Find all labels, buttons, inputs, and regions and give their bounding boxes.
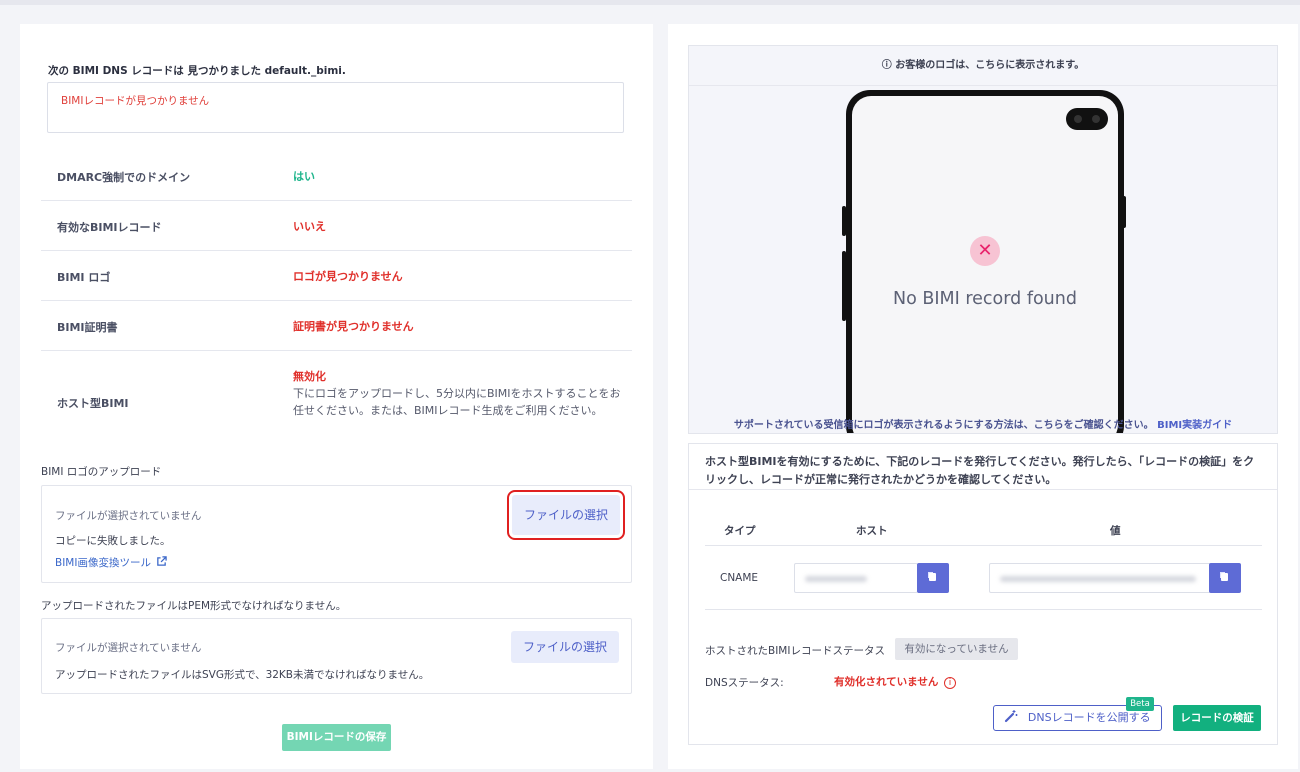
- row-key: BIMI ロゴ: [57, 271, 111, 284]
- row-key: DMARC強制でのドメイン: [57, 171, 191, 184]
- save-bimi-record-button[interactable]: BIMIレコードの保存: [282, 724, 391, 751]
- record-value-field[interactable]: [989, 563, 1211, 593]
- logo-upload-label: BIMI ロゴのアップロード: [41, 466, 162, 478]
- bimi-info-table: DMARC強制でのドメイン はい 有効なBIMIレコード いいえ BIMI ロゴ…: [41, 151, 632, 447]
- support-text: サポートされている受信箱にロゴが表示されるようにする方法は、こちらをご確認くださ…: [688, 416, 1278, 431]
- bimi-guide-link[interactable]: BIMI実装ガイド: [1157, 420, 1232, 431]
- choose-logo-file-button[interactable]: ファイルの選択: [507, 490, 625, 540]
- row-key: BIMI証明書: [57, 321, 118, 334]
- table-row: DMARC強制でのドメイン はい: [41, 151, 632, 201]
- magic-wand-icon: [1005, 710, 1018, 723]
- copy-value-button[interactable]: [1209, 563, 1241, 593]
- row-value: はい: [293, 170, 315, 183]
- host-value-field[interactable]: [794, 563, 918, 593]
- row-value: ロゴが見つかりません: [293, 270, 403, 283]
- copy-failed-text: コピーに失敗しました。: [55, 535, 171, 547]
- hosted-bimi-value: 無効化 下にロゴをアップロードし、5分以内にBIMIをホストすることをお任せくだ…: [293, 368, 623, 419]
- status-badge: 有効になっていません: [895, 638, 1018, 660]
- hosted-description: 下にロゴをアップロードし、5分以内にBIMIをホストすることをお任せください。ま…: [293, 387, 621, 417]
- column-header-value: 値: [1110, 525, 1121, 537]
- divider: [705, 609, 1262, 610]
- table-row: 有効なBIMIレコード いいえ: [41, 201, 632, 251]
- beta-badge: Beta: [1126, 697, 1154, 711]
- table-row: ホスト型BIMI 無効化 下にロゴをアップロードし、5分以内にBIMIをホストす…: [41, 351, 632, 447]
- logo-upload-box: ファイルが選択されていません ファイルの選択 コピーに失敗しました。 BIMI画…: [41, 485, 632, 583]
- no-file-text: ファイルが選択されていません: [55, 510, 202, 522]
- table-row: BIMI証明書 証明書が見つかりません: [41, 301, 632, 351]
- hosted-status: 無効化: [293, 370, 326, 383]
- found-label: 次の BIMI DNS レコードは 見つかりました default._bimi.: [48, 65, 346, 77]
- column-header-host: ホスト: [856, 525, 888, 537]
- support-label: サポートされている受信箱にロゴが表示されるようにする方法は、こちらをご確認くださ…: [733, 420, 1154, 431]
- no-bimi-message: No BIMI record found: [893, 289, 1077, 309]
- dns-status-label: DNSステータス:: [705, 677, 784, 689]
- link-label: BIMI画像変換ツール: [55, 557, 151, 569]
- external-link-icon: [157, 556, 168, 566]
- choose-cert-file-button[interactable]: ファイルの選択: [511, 631, 619, 663]
- top-bar: [0, 0, 1300, 5]
- info-icon[interactable]: i: [944, 677, 957, 689]
- hosted-record-box: ホスト型BIMIを有効にするために、下記のレコードを発行してください。発行したら…: [688, 443, 1278, 745]
- dns-status-value: 有効化されていません i: [834, 674, 957, 689]
- publish-label: DNSレコードを公開する: [1027, 711, 1151, 724]
- row-key: ホスト型BIMI: [57, 397, 129, 410]
- cert-upload-box: ファイルが選択されていません ファイルの選択 アップロードされたファイルはSVG…: [41, 618, 632, 694]
- row-value: いいえ: [293, 220, 326, 233]
- bimi-settings-panel: 次の BIMI DNS レコードは 見つかりました default._bimi.…: [20, 24, 653, 769]
- camera-icon: [1066, 108, 1108, 130]
- hosted-status-label: ホストされたBIMIレコードステータス: [705, 645, 885, 657]
- hosted-intro-text: ホスト型BIMIを有効にするために、下記のレコードを発行してください。発行したら…: [705, 455, 1255, 486]
- cert-upload-label: アップロードされたファイルはPEM形式でなければなりません。: [41, 600, 347, 612]
- svg-requirement-text: アップロードされたファイルはSVG形式で、32KB未満でなければなりません。: [55, 669, 430, 681]
- dns-status-text: 有効化されていません: [834, 676, 939, 688]
- phone-screen: ✕ No BIMI record found: [852, 96, 1118, 433]
- row-value: 証明書が見つかりません: [293, 320, 414, 333]
- column-header-type: タイプ: [724, 525, 756, 537]
- copy-host-button[interactable]: [917, 563, 949, 593]
- phone-mockup: ✕ No BIMI record found: [846, 90, 1124, 433]
- inbox-preview: ⓘ お客様のロゴは、こちらに表示されます。 ✕ No BIMI record f…: [688, 45, 1278, 434]
- copy-icon: [1221, 573, 1228, 581]
- row-key: 有効なBIMIレコード: [57, 221, 162, 234]
- error-x-icon: ✕: [970, 236, 1000, 266]
- verify-record-button[interactable]: レコードの検証: [1173, 705, 1261, 731]
- no-file-text: ファイルが選択されていません: [55, 642, 202, 654]
- record-type: CNAME: [720, 572, 759, 584]
- bimi-image-converter-link[interactable]: BIMI画像変換ツール: [55, 555, 168, 570]
- copy-icon: [929, 573, 936, 581]
- table-row: BIMI ロゴ ロゴが見つかりません: [41, 251, 632, 301]
- divider: [689, 489, 1277, 490]
- divider: [705, 545, 1262, 546]
- bimi-record-box: BIMIレコードが見つかりません: [47, 82, 624, 133]
- logo-preview-panel: ⓘ お客様のロゴは、こちらに表示されます。 ✕ No BIMI record f…: [668, 24, 1298, 769]
- preview-header: ⓘ お客様のロゴは、こちらに表示されます。: [689, 46, 1277, 86]
